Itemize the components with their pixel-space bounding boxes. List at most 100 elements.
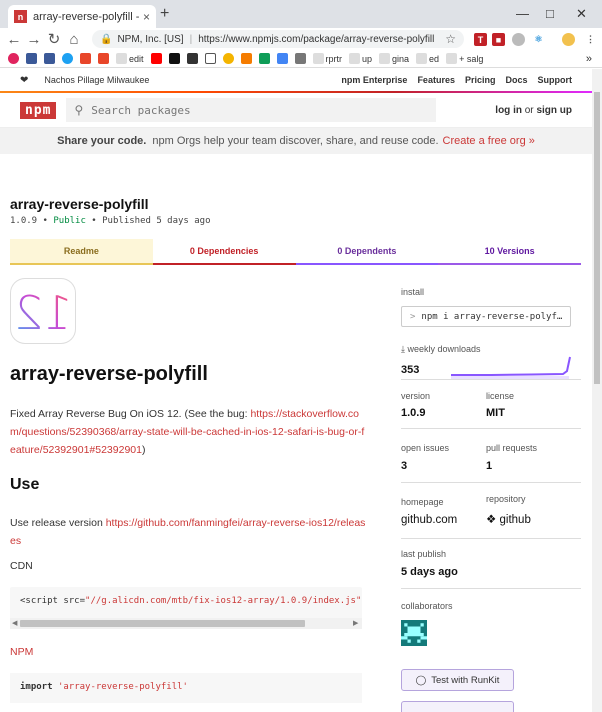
bookmark-drive-icon[interactable]	[258, 53, 270, 64]
report-button[interactable]	[401, 701, 514, 712]
nav-enterprise[interactable]: npm Enterprise	[341, 75, 407, 85]
bookmark-gina[interactable]: gina	[379, 53, 409, 64]
package-tabs: Readme 0 Dependencies 0 Dependents 10 Ve…	[10, 239, 581, 265]
search-placeholder: Search packages	[91, 103, 191, 117]
sparkline-line	[451, 356, 571, 376]
profile-avatar-icon[interactable]	[562, 33, 575, 46]
reload-icon[interactable]: ↻	[44, 30, 64, 48]
code-tag: <script src=	[20, 596, 86, 606]
tab-dependents[interactable]: 0 Dependents	[295, 239, 439, 265]
homepage-link[interactable]: github.com	[401, 514, 457, 526]
login-link[interactable]: log in	[495, 105, 522, 116]
pulls-value[interactable]: 1	[486, 460, 492, 472]
nav-support[interactable]: Support	[538, 75, 573, 85]
repository-text: github	[499, 514, 531, 526]
page-icon	[379, 53, 391, 64]
tab-close-icon[interactable]: ×	[143, 10, 150, 24]
repository-link[interactable]: ❖ github	[486, 512, 531, 526]
bookmark-braces-icon[interactable]	[204, 53, 216, 64]
search-icon: ⚲	[74, 103, 84, 117]
code-scrollbar-thumb[interactable]	[20, 620, 305, 627]
bookmark-chrome-icon[interactable]	[222, 53, 234, 64]
page-icon	[349, 53, 361, 64]
version-label: version	[401, 391, 431, 401]
extension-globe-icon[interactable]	[512, 33, 525, 46]
extension-t-icon[interactable]: T	[474, 33, 487, 46]
nav-features[interactable]: Features	[417, 75, 455, 85]
maximize-icon[interactable]: □	[546, 6, 554, 21]
page-scrollbar-thumb[interactable]	[594, 92, 600, 384]
git-icon: ❖	[486, 514, 497, 526]
bookmarks-more-icon[interactable]: »	[586, 53, 592, 65]
page-icon	[116, 53, 127, 64]
last-publish-value: 5 days ago	[401, 566, 458, 578]
logo-12-text: 12	[14, 286, 73, 340]
desc-text: Fixed Array Reverse Bug On iOS 12. (See …	[10, 408, 248, 420]
home-icon[interactable]: ⌂	[64, 31, 84, 48]
bookmark-blue-icon[interactable]	[276, 53, 288, 64]
address-bar[interactable]: 🔒 NPM, Inc. [US] | https://www.npmjs.com…	[92, 30, 464, 48]
bookmark-flag2-icon[interactable]	[98, 53, 109, 64]
desc-end: )	[141, 444, 146, 456]
npm-favicon-icon: n	[14, 10, 27, 23]
tab-versions[interactable]: 10 Versions	[438, 239, 581, 265]
runkit-button[interactable]: ◯ Test with RunKit	[401, 669, 514, 691]
issues-label: open issues	[401, 443, 450, 453]
lock-icon: 🔒	[100, 33, 113, 45]
bookmark-facebook2-icon[interactable]	[44, 53, 55, 64]
bookmark-up[interactable]: up	[349, 53, 372, 64]
bookmark-rprtr[interactable]: rprtr	[312, 53, 342, 64]
extension-red-icon[interactable]: ■	[492, 33, 505, 46]
code-line: import 'array-reverse-polyfill'	[20, 682, 188, 692]
extension-react-icon[interactable]: ⚛	[532, 33, 545, 46]
npm-logo[interactable]: npm	[20, 101, 57, 119]
menu-kebab-icon[interactable]: ⋮	[584, 33, 597, 46]
bookmark-camera-icon[interactable]	[186, 53, 198, 64]
install-command[interactable]: > npm i array-reverse-polyf…	[401, 306, 571, 327]
bookmark-salg[interactable]: + salg	[446, 53, 483, 64]
collaborators-label: collaborators	[401, 601, 453, 611]
npm-expansion[interactable]: Nachos Pillage Milwaukee	[44, 75, 149, 85]
weekly-downloads: 353	[401, 364, 420, 376]
top-nav: npm Enterprise Features Pricing Docs Sup…	[341, 75, 572, 85]
package-meta: 1.0.9 • Public • Published 5 days ago	[10, 216, 211, 226]
signup-link[interactable]: sign up	[536, 105, 572, 116]
bookmark-d-icon[interactable]	[168, 53, 180, 64]
homepage-label: homepage	[401, 497, 444, 507]
bookmark-grey-icon[interactable]	[294, 53, 306, 64]
nav-pricing[interactable]: Pricing	[465, 75, 496, 85]
bookmark-facebook-icon[interactable]	[26, 53, 37, 64]
nav-docs[interactable]: Docs	[505, 75, 527, 85]
or-text: or	[524, 104, 534, 116]
bookmark-edit[interactable]: edit	[116, 53, 144, 64]
scroll-right-icon[interactable]: ▶	[353, 619, 358, 627]
forward-icon[interactable]: →	[24, 31, 44, 48]
bookmark-star-icon[interactable]: ☆	[445, 32, 456, 46]
back-icon[interactable]: ←	[4, 31, 24, 48]
auth-links: log in or sign up	[495, 105, 572, 116]
terminal-prompt-icon: >	[410, 311, 416, 322]
bookmark-ed[interactable]: ed	[416, 53, 439, 64]
readme-description: Fixed Array Reverse Bug On iOS 12. (See …	[10, 405, 370, 459]
package-version: 1.0.9	[10, 216, 38, 226]
bookmark-twitter-icon[interactable]	[62, 53, 73, 64]
page-icon	[446, 53, 458, 64]
minimize-icon[interactable]: —	[516, 6, 529, 21]
bookmark-analytics-icon[interactable]	[240, 53, 252, 64]
pulls-label: pull requests	[486, 443, 538, 453]
bookmark-flag-icon[interactable]	[80, 53, 91, 64]
tab-readme[interactable]: Readme	[10, 239, 153, 265]
create-org-link[interactable]: Create a free org »	[443, 135, 535, 147]
issues-value[interactable]: 3	[401, 460, 407, 472]
new-tab-button[interactable]: +	[160, 5, 169, 23]
bookmark-dribbble-icon[interactable]	[8, 53, 19, 64]
code-keyword: import	[20, 682, 53, 692]
window-close-icon[interactable]: ✕	[576, 6, 587, 22]
search-input[interactable]: ⚲ Search packages	[66, 98, 437, 122]
downloads-sparkline	[451, 356, 571, 379]
tab-dependencies[interactable]: 0 Dependencies	[152, 239, 296, 265]
browser-tab[interactable]: n array-reverse-polyfill - npm ×	[8, 5, 156, 28]
bookmark-youtube-icon[interactable]	[150, 53, 162, 64]
collaborator-avatar[interactable]	[401, 620, 427, 646]
scroll-left-icon[interactable]: ◀	[12, 619, 17, 627]
